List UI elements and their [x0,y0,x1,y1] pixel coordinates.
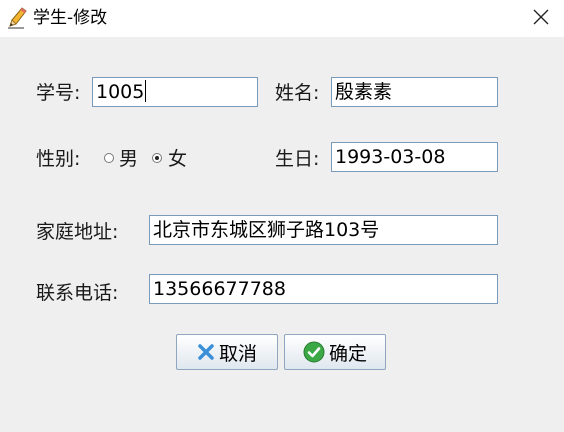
address-value: 北京市东城区狮子路103号 [153,219,380,241]
cancel-button[interactable]: 取消 [176,334,278,370]
gender-female-label[interactable]: 女 [168,147,187,171]
student-id-value: 1005 [96,81,145,103]
gender-female-radio[interactable] [152,153,162,163]
address-label: 家庭地址: [36,221,119,243]
confirm-button[interactable]: 确定 [284,334,386,370]
gender-male-radio[interactable] [104,153,114,163]
name-label: 姓名: [275,82,320,104]
name-value: 殷素素 [335,81,393,103]
student-id-label: 学号: [36,82,81,104]
gender-label: 性别: [36,148,81,170]
birthday-field[interactable]: 1993-03-08 [331,142,498,172]
phone-value: 13566677788 [153,278,286,300]
cancel-button-label: 取消 [218,342,257,365]
pencil-icon [6,6,28,30]
close-button[interactable] [518,0,564,37]
title-bar: 学生-修改 [0,0,564,37]
confirm-button-label: 确定 [328,342,367,365]
birthday-value: 1993-03-08 [335,146,446,168]
address-field[interactable]: 北京市东城区狮子路103号 [149,215,498,245]
gender-male-label[interactable]: 男 [119,147,138,171]
window-title: 学生-修改 [33,8,108,28]
phone-field[interactable]: 13566677788 [149,274,498,304]
birthday-label: 生日: [275,148,320,170]
edit-student-window: 学生-修改 学号: 1005 姓名: 殷素素 性别: 男 女 生日: 1993-… [0,0,564,432]
check-circle-icon [303,341,325,363]
student-id-field[interactable]: 1005 [92,77,258,107]
close-icon [533,9,549,29]
x-icon [197,343,215,361]
text-caret [145,80,147,102]
phone-label: 联系电话: [36,282,119,304]
name-field[interactable]: 殷素素 [331,77,498,107]
